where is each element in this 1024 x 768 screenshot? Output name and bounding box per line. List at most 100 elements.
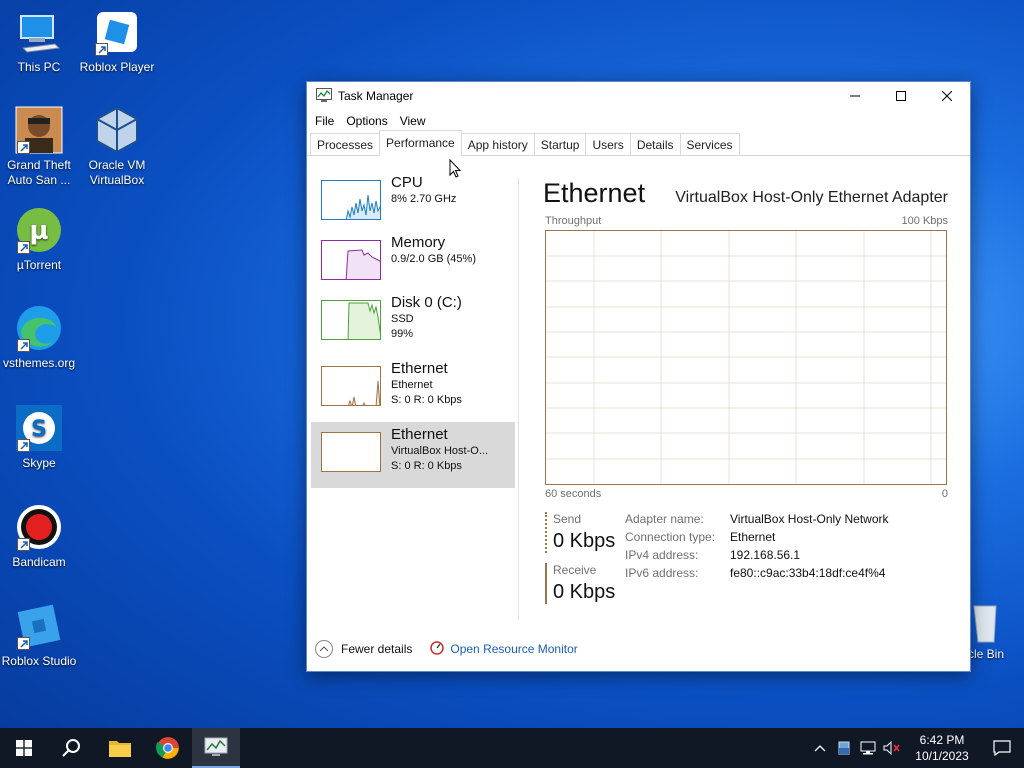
resource-name: CPU (391, 174, 423, 191)
desktop-icon-vsthemes[interactable]: vsthemes.org (0, 304, 78, 371)
disk-mini-graph (321, 300, 381, 340)
menu-file[interactable]: File (309, 114, 340, 128)
desktop-icon-roblox-studio[interactable]: Roblox Studio (0, 602, 78, 669)
clock-date: 10/1/2023 (915, 749, 969, 763)
resource-detail: 0.9/2.0 GB (45%) (391, 253, 476, 265)
desktop-icon-gta[interactable]: Grand Theft Auto San ... (0, 106, 78, 188)
resource-disk[interactable]: Disk 0 (C:) SSD 99% (311, 290, 515, 356)
shortcut-arrow-icon (17, 637, 30, 650)
maximize-button[interactable] (878, 82, 924, 110)
adapter-properties: Adapter name: VirtualBox Host-Only Networ… (625, 512, 889, 584)
tab-processes[interactable]: Processes (310, 133, 381, 155)
throughput-graph (545, 230, 947, 485)
resource-list: CPU 8% 2.70 GHz Memory 0.9/2.0 GB (45%) … (307, 170, 519, 626)
menu-options[interactable]: Options (340, 114, 393, 128)
resource-name: Memory (391, 234, 446, 251)
receive-label: Receive (553, 563, 597, 577)
svg-text:µ: µ (29, 216, 48, 246)
ethernet-mini-graph (321, 432, 381, 472)
send-stat: Send 0 Kbps (545, 512, 615, 553)
task-manager-window: Task Manager File Options View Processes… (306, 81, 971, 672)
detail-title: Ethernet (543, 178, 646, 208)
network-button[interactable] (856, 728, 880, 768)
resource-detail: 8% 2.70 GHz (391, 193, 457, 205)
edge-icon (15, 304, 63, 352)
tab-performance[interactable]: Performance (379, 130, 462, 156)
recycle-bin-icon (973, 605, 997, 643)
taskbar-file-explorer[interactable] (96, 728, 144, 768)
tab-services[interactable]: Services (679, 133, 740, 155)
shortcut-arrow-icon (17, 439, 30, 452)
resource-cpu[interactable]: CPU 8% 2.70 GHz (311, 170, 515, 236)
tray-app-icon (838, 741, 850, 755)
resource-detail: Ethernet (391, 379, 433, 391)
shortcut-arrow-icon (95, 43, 108, 56)
desktop-icon-roblox-player[interactable]: Roblox Player (78, 8, 156, 75)
chrome-icon (156, 737, 179, 759)
prop-row: IPv6 address: fe80::c9ac:33b4:18df:ce4f%4 (625, 566, 886, 580)
title-bar[interactable]: Task Manager (307, 82, 970, 110)
desktop-icon-virtualbox[interactable]: Oracle VM VirtualBox (78, 106, 156, 188)
clock-time: 6:42 PM (919, 733, 965, 747)
resource-name: Ethernet (391, 360, 448, 377)
shortcut-arrow-icon (17, 339, 30, 352)
this-pc-icon (15, 8, 63, 56)
window-title: Task Manager (338, 89, 414, 103)
utorrent-icon: µ (15, 206, 63, 254)
volume-muted-icon (883, 741, 900, 755)
graph-label: Throughput (545, 215, 602, 227)
chevron-up-icon (814, 745, 826, 752)
gta-icon (15, 106, 63, 154)
desktop-icon-recycle-bin[interactable]: cle Bin (968, 600, 1024, 661)
close-icon (942, 91, 952, 101)
volume-button[interactable] (880, 728, 904, 768)
ethernet-mini-graph (321, 366, 381, 406)
shortcut-arrow-icon (17, 538, 30, 551)
taskbar-chrome[interactable] (144, 728, 192, 768)
tab-details[interactable]: Details (629, 133, 681, 155)
folder-icon (109, 741, 131, 757)
adapter-name-header: VirtualBox Host-Only Ethernet Adapter (675, 189, 948, 206)
roblox-player-icon (93, 8, 141, 56)
resource-detail: SSD (391, 313, 414, 325)
panel-divider (518, 178, 519, 620)
send-label: Send (553, 512, 582, 526)
fewer-details-button[interactable]: Fewer details (315, 640, 412, 658)
minimize-button[interactable] (832, 82, 878, 110)
tab-startup[interactable]: Startup (533, 133, 587, 155)
search-button[interactable] (48, 728, 96, 768)
taskbar-task-manager[interactable] (192, 728, 240, 768)
desktop-icon-bandicam[interactable]: Bandicam (0, 503, 78, 570)
resource-ethernet-1[interactable]: Ethernet Ethernet S: 0 R: 0 Kbps (311, 356, 515, 422)
send-value: 0 Kbps (553, 530, 616, 552)
desktop-icon-skype[interactable]: S Skype (0, 404, 78, 471)
show-hidden-icons-button[interactable] (808, 728, 832, 768)
system-tray: 6:42 PM 10/1/2023 (808, 728, 1024, 768)
start-button[interactable] (0, 728, 48, 768)
desktop-icon-this-pc[interactable]: This PC (0, 8, 78, 75)
search-icon (62, 739, 80, 757)
notifications-button[interactable] (980, 728, 1024, 768)
resource-memory[interactable]: Memory 0.9/2.0 GB (45%) (311, 230, 515, 296)
task-manager-icon (204, 737, 228, 756)
prop-row: Connection type: Ethernet (625, 530, 776, 544)
prop-row: Adapter name: VirtualBox Host-Only Networ… (625, 512, 889, 526)
task-manager-app-icon (316, 87, 332, 105)
receive-stat: Receive 0 Kbps (545, 563, 615, 604)
clock[interactable]: 6:42 PM 10/1/2023 (904, 732, 980, 764)
close-button[interactable] (924, 82, 970, 110)
skype-icon: S (15, 404, 63, 452)
tab-app-history[interactable]: App history (460, 133, 535, 155)
menu-bar: File Options View (307, 110, 970, 132)
resource-throughput: S: 0 R: 0 Kbps (391, 460, 462, 472)
desktop-icon-utorrent[interactable]: µ µTorrent (0, 206, 78, 273)
menu-view[interactable]: View (394, 114, 432, 128)
virtualbox-icon (93, 106, 141, 154)
tab-users[interactable]: Users (585, 133, 631, 155)
open-resource-monitor-link[interactable]: Open Resource Monitor (430, 640, 578, 658)
taskbar: 6:42 PM 10/1/2023 (0, 728, 1024, 768)
tray-app-button[interactable] (832, 728, 856, 768)
resource-ethernet-2[interactable]: Ethernet VirtualBox Host-O... S: 0 R: 0 … (311, 422, 515, 488)
chevron-up-icon (315, 640, 333, 658)
graph-time-span: 60 seconds (545, 488, 602, 500)
